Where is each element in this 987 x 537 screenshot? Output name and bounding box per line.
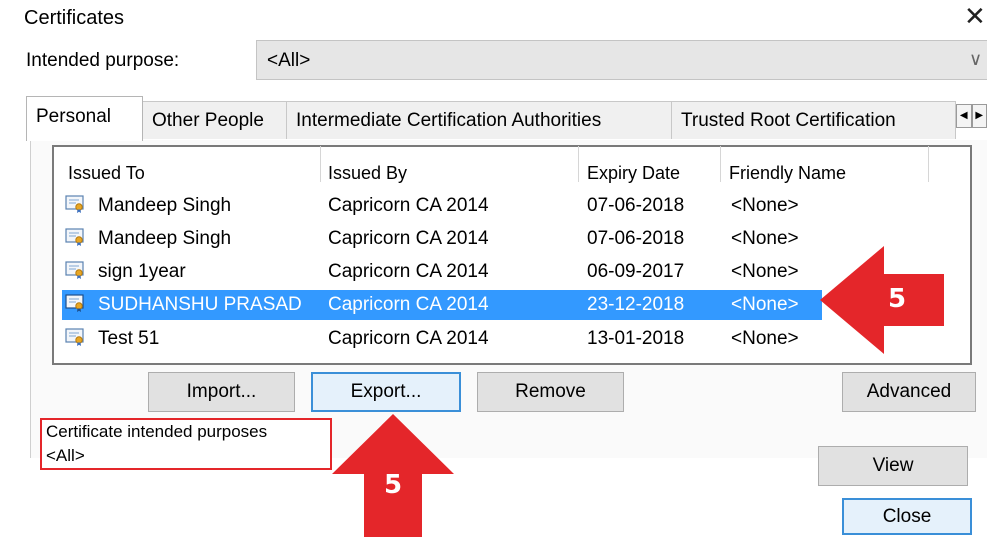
import-button[interactable]: Import... (148, 372, 295, 412)
column-separator[interactable] (320, 146, 321, 182)
close-button[interactable]: Close (842, 498, 972, 535)
view-button[interactable]: View (818, 446, 968, 486)
tab-scroll-left-icon[interactable]: ◀ (956, 104, 972, 128)
annotation-label-5: 5 (888, 284, 907, 314)
cell-issued-to: Test 51 (98, 328, 160, 349)
cell-expiry-date: 23-12-2018 (587, 294, 685, 315)
certificate-row[interactable]: Mandeep Singh Capricorn CA 2014 07-06-20… (62, 191, 822, 221)
certificate-row[interactable]: Mandeep Singh Capricorn CA 2014 07-06-20… (62, 224, 822, 254)
cell-issued-by: Capricorn CA 2014 (328, 261, 489, 282)
cell-friendly-name: <None> (731, 261, 799, 282)
certificate-icon (65, 294, 84, 312)
annotation-label-5: 5 (384, 470, 403, 500)
export-button[interactable]: Export... (311, 372, 461, 412)
certificate-icon (65, 261, 84, 279)
intended-purposes-value: <All> (46, 446, 85, 465)
annotation-arrow-left (820, 246, 944, 354)
cell-friendly-name: <None> (731, 328, 799, 349)
column-separator[interactable] (720, 146, 721, 182)
advanced-button[interactable]: Advanced (842, 372, 976, 412)
column-header-issued-by[interactable]: Issued By (328, 163, 407, 184)
column-header-friendly-name[interactable]: Friendly Name (729, 163, 846, 184)
cell-issued-by: Capricorn CA 2014 (328, 328, 489, 349)
certificate-icon (65, 228, 84, 246)
column-separator[interactable] (578, 146, 579, 182)
intended-purpose-select[interactable]: <All> ∨ (256, 40, 987, 80)
tab-personal[interactable]: Personal (26, 96, 143, 141)
cell-issued-to: sign 1year (98, 261, 186, 282)
cell-expiry-date: 06-09-2017 (587, 261, 685, 282)
close-icon[interactable]: ✕ (964, 3, 986, 29)
cell-friendly-name: <None> (731, 195, 799, 216)
tab-strip: Personal Other People Intermediate Certi… (26, 96, 987, 141)
cell-issued-to: Mandeep Singh (98, 228, 232, 249)
chevron-down-icon: ∨ (969, 49, 983, 69)
certificate-icon (65, 328, 84, 346)
certificate-row-selected[interactable]: SUDHANSHU PRASAD Capricorn CA 2014 23-12… (62, 290, 822, 320)
tab-scroll-arrows: ◀ ▶ (956, 104, 987, 128)
tab-trusted-root[interactable]: Trusted Root Certification (671, 101, 956, 139)
tab-intermediate-ca[interactable]: Intermediate Certification Authorities (286, 101, 672, 139)
remove-button[interactable]: Remove (477, 372, 624, 412)
cell-friendly-name: <None> (731, 294, 799, 315)
tab-scroll-right-icon[interactable]: ▶ (971, 104, 987, 128)
column-header-expiry-date[interactable]: Expiry Date (587, 163, 680, 184)
cell-issued-by: Capricorn CA 2014 (328, 294, 489, 315)
intended-purposes-title: Certificate intended purposes (46, 422, 268, 441)
cell-issued-to: SUDHANSHU PRASAD (98, 294, 302, 315)
cell-expiry-date: 07-06-2018 (587, 228, 685, 249)
intended-purpose-value: <All> (267, 50, 311, 71)
cell-issued-by: Capricorn CA 2014 (328, 228, 489, 249)
cell-issued-to: Mandeep Singh (98, 195, 232, 216)
certificate-intended-purposes: Certificate intended purposes <All> (40, 418, 332, 470)
column-separator[interactable] (928, 146, 929, 182)
cell-expiry-date: 13-01-2018 (587, 328, 685, 349)
certificate-icon (65, 195, 84, 213)
certificate-row[interactable]: sign 1year Capricorn CA 2014 06-09-2017 … (62, 257, 822, 287)
intended-purpose-label: Intended purpose: (26, 50, 180, 71)
window-title: Certificates (24, 7, 125, 29)
tab-other-people[interactable]: Other People (142, 101, 287, 139)
cell-issued-by: Capricorn CA 2014 (328, 195, 489, 216)
cell-friendly-name: <None> (731, 228, 799, 249)
cell-expiry-date: 07-06-2018 (587, 195, 685, 216)
column-header-issued-to[interactable]: Issued To (68, 163, 145, 184)
certificate-row[interactable]: Test 51 Capricorn CA 2014 13-01-2018 <No… (62, 324, 822, 354)
